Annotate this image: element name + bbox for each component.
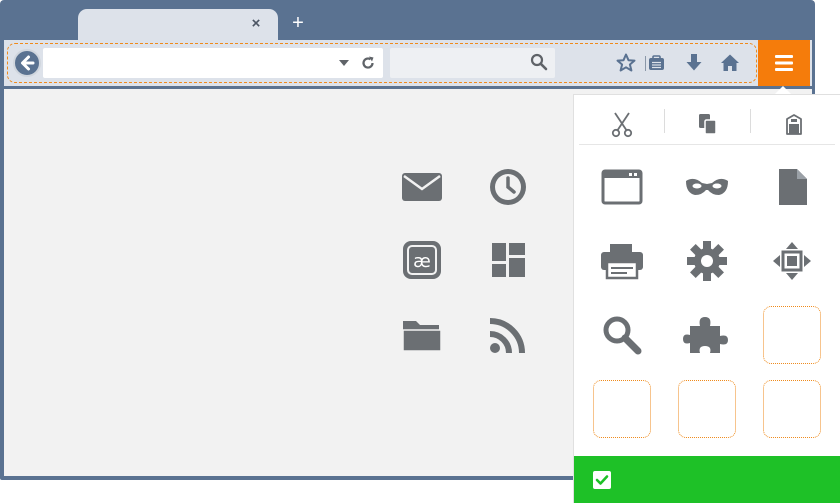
tab-groups-button[interactable]	[486, 238, 530, 282]
panel-footer	[574, 456, 840, 503]
find-button[interactable]	[593, 306, 651, 364]
panel-arrow	[775, 86, 791, 94]
mail-icon	[402, 173, 442, 201]
empty-slot[interactable]	[678, 380, 736, 438]
browser-tab[interactable]: ×	[78, 9, 278, 41]
copy-button[interactable]	[665, 109, 751, 139]
home-button[interactable]	[719, 52, 741, 74]
url-bar[interactable]	[43, 48, 383, 78]
copy-icon	[699, 114, 717, 135]
menu-panel	[573, 94, 840, 503]
screen: × + æ	[0, 0, 840, 503]
navigation-toolbar	[4, 40, 812, 86]
addons-puzzle-icon	[683, 317, 728, 353]
private-window-icon	[686, 178, 728, 195]
new-window-button[interactable]	[593, 159, 651, 217]
back-button[interactable]	[13, 49, 41, 77]
bookmark-star-icon	[616, 53, 636, 72]
home-icon	[721, 54, 739, 71]
folder-icon	[402, 321, 442, 352]
dropdown-icon	[339, 60, 349, 66]
mail-button[interactable]	[400, 165, 444, 209]
search-icon	[530, 53, 548, 71]
paste-icon	[786, 114, 802, 135]
print-icon	[601, 244, 643, 280]
back-icon	[21, 55, 35, 71]
character-encoding-glyph: æ	[413, 251, 431, 272]
menu-icon	[775, 55, 793, 71]
empty-slot[interactable]	[763, 380, 821, 438]
character-encoding-button[interactable]: æ	[400, 238, 444, 282]
url-dropdown-button[interactable]	[338, 57, 350, 69]
empty-slot[interactable]	[593, 380, 651, 438]
reload-button[interactable]	[360, 55, 376, 71]
edit-controls	[579, 103, 835, 145]
cut-icon	[611, 112, 633, 138]
print-button[interactable]	[593, 232, 651, 290]
addons-button[interactable]	[678, 306, 736, 364]
tab-close-button[interactable]: ×	[248, 16, 264, 32]
download-icon	[686, 54, 702, 71]
new-window-icon	[601, 169, 643, 205]
private-window-button[interactable]	[678, 159, 736, 217]
tab-groups-icon	[492, 243, 525, 277]
paste-button[interactable]	[751, 109, 837, 139]
folder-button[interactable]	[400, 313, 444, 357]
rss-feed-icon	[489, 318, 525, 354]
checkmark-icon	[595, 475, 609, 485]
downloads-button[interactable]	[683, 52, 705, 74]
menu-button[interactable]	[758, 40, 810, 86]
fullscreen-button[interactable]	[763, 232, 821, 290]
footer-checkbox[interactable]	[593, 471, 611, 489]
new-page-button[interactable]	[763, 159, 821, 217]
search-button[interactable]	[530, 53, 548, 71]
bookmark-star-button[interactable]	[615, 52, 637, 74]
cut-button[interactable]	[579, 109, 665, 139]
find-icon	[603, 316, 642, 355]
bookmarks-list-button[interactable]	[645, 52, 667, 74]
fullscreen-icon	[773, 242, 811, 280]
settings-gear-icon	[687, 241, 727, 281]
history-clock-icon	[490, 169, 526, 205]
bookmarks-list-icon	[645, 55, 664, 71]
new-tab-button[interactable]: +	[289, 13, 307, 33]
reload-icon	[362, 56, 374, 69]
settings-button[interactable]	[678, 232, 736, 290]
rss-feed-button[interactable]	[486, 313, 530, 357]
history-button[interactable]	[486, 165, 530, 209]
empty-slot[interactable]	[763, 306, 821, 364]
character-encoding-icon: æ	[403, 241, 441, 279]
page-icon	[779, 169, 807, 205]
url-input[interactable]	[43, 48, 323, 78]
search-input[interactable]	[390, 48, 520, 78]
